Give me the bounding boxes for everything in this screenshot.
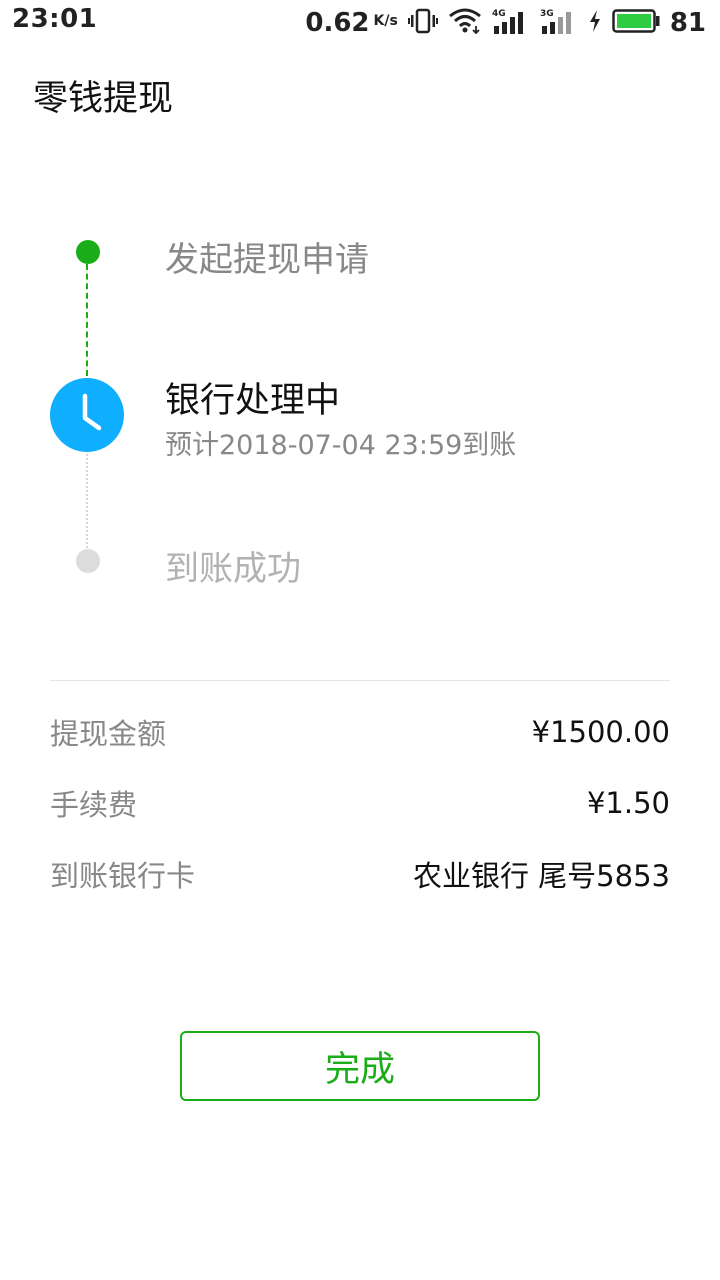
step-label-processing: 银行处理中 xyxy=(165,381,341,421)
step-connector-pending xyxy=(86,454,88,548)
step-label-submitted: 发起提现申请 xyxy=(165,240,369,280)
detail-label: 手续费 xyxy=(50,788,138,822)
divider xyxy=(50,680,670,681)
vibrate-icon xyxy=(407,8,438,38)
network-speed: 0.62 K/s xyxy=(305,8,397,38)
detail-row-fee: 手续费 ¥1.50 xyxy=(50,781,670,825)
page-title: 零钱提现 xyxy=(33,79,174,119)
wifi-icon xyxy=(448,8,482,38)
signal-3g-label: 3G xyxy=(540,9,554,19)
signal-icon: 3G xyxy=(540,8,578,38)
battery-icon xyxy=(612,8,660,38)
charging-icon xyxy=(588,9,602,37)
detail-value: ¥1.50 xyxy=(586,786,670,820)
step-eta: 预计2018-07-04 23:59到账 xyxy=(165,430,517,461)
detail-row-amount: 提现金额 ¥1500.00 xyxy=(50,710,670,754)
detail-label: 到账银行卡 xyxy=(50,859,196,893)
signal-icon: 4G xyxy=(492,8,530,38)
clock-icon xyxy=(50,378,124,452)
done-button[interactable]: 完成 xyxy=(180,1031,540,1101)
step-done-dot xyxy=(76,240,100,264)
signal-4g-label: 4G xyxy=(492,9,506,19)
detail-value: ¥1500.00 xyxy=(531,715,670,749)
status-indicators: 0.62 K/s 4G 3G 81 xyxy=(305,0,706,46)
battery-level: 81 xyxy=(669,8,706,38)
detail-label: 提现金额 xyxy=(50,717,167,751)
step-pending-dot xyxy=(76,549,100,573)
network-speed-value: 0.62 xyxy=(305,8,370,38)
status-time: 23:01 xyxy=(12,4,98,34)
detail-row-bank-card: 到账银行卡 农业银行 尾号5853 xyxy=(50,852,670,896)
status-bar: 23:01 0.62 K/s 4G 3G 81 xyxy=(0,0,720,46)
network-speed-unit: K/s xyxy=(373,13,398,29)
step-connector-done xyxy=(86,264,88,376)
detail-value: 农业银行 尾号5853 xyxy=(412,859,670,893)
step-label-arrived: 到账成功 xyxy=(165,549,301,589)
